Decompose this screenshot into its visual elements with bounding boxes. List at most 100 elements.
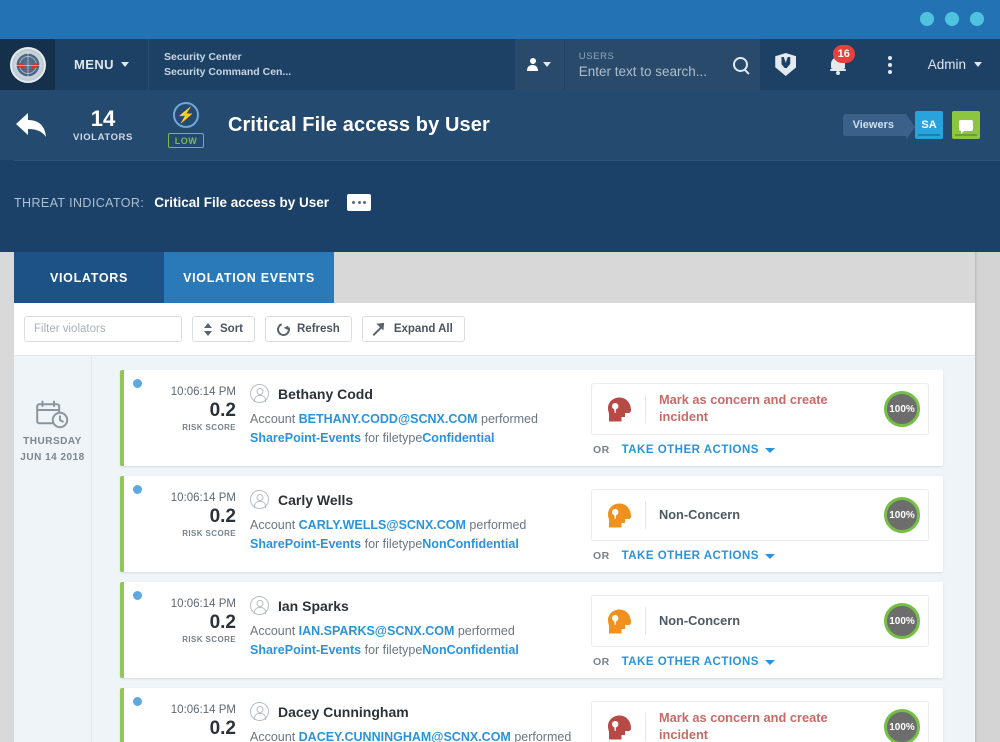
head-lock-icon-red [606, 714, 632, 741]
take-other-actions-button[interactable]: TAKE OTHER ACTIONS [622, 656, 775, 668]
violation-description: Account BETHANY.CODD@SCNX.COM performed … [250, 410, 575, 449]
risk-score-value: 0.2 [209, 718, 236, 739]
primary-action-button[interactable]: Mark as concern and create incident 100% [591, 383, 929, 435]
account-link[interactable]: CARLY.WELLS@SCNX.COM [299, 518, 466, 532]
avatar [250, 384, 269, 403]
filetype-link[interactable]: Confidential [422, 431, 494, 445]
content-panel: Sort Refresh Expand All [14, 303, 975, 742]
page-title: Critical File access by User [228, 113, 490, 136]
divider [645, 713, 646, 741]
event-link[interactable]: SharePoint-Events [250, 537, 361, 551]
shield-button[interactable] [760, 39, 812, 90]
filetype-link[interactable]: NonConfidential [422, 537, 519, 551]
notification-count-badge: 16 [832, 45, 855, 63]
threat-indicator-value: Critical File access by User [154, 195, 330, 210]
avatar [250, 702, 269, 721]
secondary-action-row: OR TAKE OTHER ACTIONS [591, 550, 929, 562]
chevron-down-icon [764, 553, 775, 559]
menu-label: MENU [74, 57, 114, 72]
primary-action-button[interactable]: Non-Concern 100% [591, 595, 929, 647]
breadcrumb-line-2: Security Command Cen... [164, 66, 292, 78]
account-link[interactable]: BETHANY.CODD@SCNX.COM [299, 412, 478, 426]
window-dot-3[interactable] [970, 12, 984, 26]
chevron-down-icon [764, 659, 775, 665]
violators-count: 14 [90, 105, 116, 131]
violator-card[interactable]: 10:06:14 PM 0.2 RISK SCORE Bethany Codd … [120, 370, 943, 466]
chevron-down-icon [543, 62, 552, 67]
desc-mid: performed [465, 518, 527, 532]
primary-action-label: Mark as concern and create incident [659, 392, 828, 424]
violator-card[interactable]: 10:06:14 PM 0.2 RISK SCORE Carly Wells A… [120, 476, 943, 572]
primary-action-button[interactable]: Mark as concern and create incident 100% [591, 701, 929, 742]
risk-score-value: 0.2 [209, 400, 236, 421]
tab-violation-events[interactable]: VIOLATION EVENTS [164, 252, 334, 303]
expand-icon [374, 323, 387, 336]
event-link[interactable]: SharePoint-Events [250, 431, 361, 445]
desc-mid: performed [510, 730, 572, 742]
search-box[interactable]: USERS [564, 39, 760, 90]
more-options-icon[interactable] [347, 194, 372, 211]
head-lock-icon-orange [606, 502, 632, 529]
take-other-actions-button[interactable]: TAKE OTHER ACTIONS [622, 444, 775, 456]
violation-time: 10:06:14 PM [170, 492, 236, 504]
back-button[interactable] [0, 110, 62, 140]
search-input[interactable] [578, 63, 725, 79]
sort-button[interactable]: Sort [192, 316, 255, 342]
search-icon[interactable] [732, 57, 748, 72]
violator-name: Carly Wells [278, 491, 354, 508]
app-logo[interactable] [0, 39, 55, 90]
notifications-button[interactable]: 16 [812, 39, 864, 90]
violators-list: THURSDAY JUN 14 2018 10:06:14 PM 0.2 RIS… [14, 355, 975, 742]
tab-violators-label: VIOLATORS [49, 270, 129, 285]
refresh-icon [274, 320, 293, 338]
divider [645, 395, 646, 423]
violator-details: Dacey Cunningham Account DACEY.CUNNINGHA… [250, 688, 585, 742]
violation-time: 10:06:14 PM [170, 386, 236, 398]
confidence-badge: 100% [884, 709, 920, 742]
violator-details: Ian Sparks Account IAN.SPARKS@SCNX.COM p… [250, 582, 585, 678]
admin-label: Admin [927, 57, 966, 72]
filter-violators-input[interactable] [24, 316, 182, 342]
take-other-actions-label: TAKE OTHER ACTIONS [621, 656, 759, 668]
viewer-chip-chat[interactable] [952, 111, 980, 139]
account-link[interactable]: DACEY.CUNNINGHAM@SCNX.COM [299, 730, 511, 742]
avatar [250, 596, 269, 615]
admin-menu[interactable]: Admin [916, 39, 1000, 90]
violator-card[interactable]: 10:06:14 PM 0.2 RISK SCORE Dacey Cunning… [120, 688, 943, 742]
window-titlebar [0, 0, 1000, 39]
unread-dot-icon [133, 591, 142, 600]
violator-card[interactable]: 10:06:14 PM 0.2 RISK SCORE Ian Sparks Ac… [120, 582, 943, 678]
shield-icon [775, 53, 797, 76]
violator-card-list: 10:06:14 PM 0.2 RISK SCORE Bethany Codd … [120, 370, 943, 742]
take-other-actions-button[interactable]: TAKE OTHER ACTIONS [622, 550, 775, 562]
day-weekday: THURSDAY [23, 436, 82, 447]
expand-all-button[interactable]: Expand All [361, 316, 465, 342]
filetype-link[interactable]: NonConfidential [422, 643, 519, 657]
violator-actions: Non-Concern 100% OR TAKE OTHER ACTIONS [585, 476, 943, 572]
risk-score-label: RISK SCORE [182, 634, 236, 644]
event-link[interactable]: SharePoint-Events [250, 643, 361, 657]
account-link[interactable]: IAN.SPARKS@SCNX.COM [299, 624, 455, 638]
tab-violation-events-label: VIOLATION EVENTS [183, 270, 315, 285]
calendar-clock-icon [35, 400, 70, 435]
take-other-actions-label: TAKE OTHER ACTIONS [621, 444, 759, 456]
tab-violators[interactable]: VIOLATORS [14, 252, 164, 303]
viewer-chip-sa[interactable]: SA [915, 111, 943, 139]
overflow-menu-button[interactable] [864, 39, 916, 90]
window-dot-1[interactable] [920, 12, 934, 26]
primary-action-button[interactable]: Non-Concern 100% [591, 489, 929, 541]
window-dot-2[interactable] [945, 12, 959, 26]
sort-label: Sort [220, 323, 243, 335]
confidence-badge: 100% [884, 391, 920, 427]
viewers-area: Viewers SA [842, 111, 1000, 140]
refresh-button[interactable]: Refresh [265, 316, 352, 342]
primary-action-label: Mark as concern and create incident [659, 710, 828, 742]
menu-button[interactable]: MENU [55, 39, 149, 90]
violation-description: Account DACEY.CUNNINGHAM@SCNX.COM perfor… [250, 728, 575, 742]
or-label: OR [593, 444, 610, 456]
risk-score-label: RISK SCORE [182, 422, 236, 432]
threat-indicator-label: THREAT INDICATOR: [14, 195, 145, 210]
user-scope-selector[interactable] [514, 39, 565, 90]
or-label: OR [593, 656, 610, 668]
